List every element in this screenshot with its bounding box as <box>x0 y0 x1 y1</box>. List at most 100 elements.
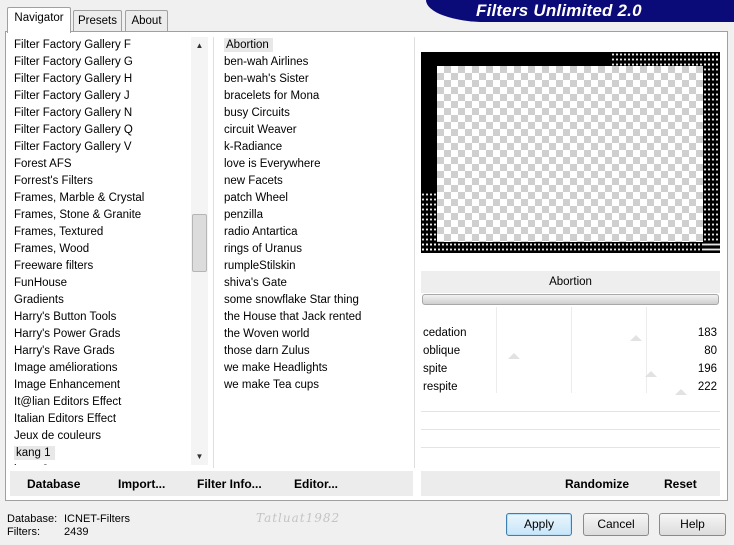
filter-list-item-label: the Woven world <box>224 328 310 340</box>
filter-list-item[interactable]: some snowflake Star thing <box>222 292 412 309</box>
category-list-item[interactable]: Frames, Wood <box>12 241 190 258</box>
app-title: Filters Unlimited 2.0 <box>476 1 642 20</box>
category-list-item[interactable]: Filter Factory Gallery V <box>12 139 190 156</box>
filter-list-item[interactable]: bracelets for Mona <box>222 88 412 105</box>
filter-list-item[interactable]: we make Tea cups <box>222 377 412 394</box>
filter-list-item[interactable]: k-Radiance <box>222 139 412 156</box>
filter-list-item-label: busy Circuits <box>224 107 290 119</box>
category-list-item[interactable]: Filter Factory Gallery N <box>12 105 190 122</box>
category-list-item[interactable]: Filter Factory Gallery H <box>12 71 190 88</box>
slider-handle-icon[interactable] <box>675 389 687 395</box>
filter-list-item[interactable]: shiva's Gate <box>222 275 412 292</box>
category-list-item-label: Gradients <box>14 294 64 306</box>
database-value: ICNET-Filters <box>64 513 130 525</box>
filter-list-item[interactable]: ben-wah Airlines <box>222 54 412 71</box>
category-list-item[interactable]: Frames, Marble & Crystal <box>12 190 190 207</box>
category-list-item[interactable]: FunHouse <box>12 275 190 292</box>
import-button[interactable]: Import... <box>118 476 165 492</box>
filter-list-item[interactable]: Abortion <box>222 37 412 54</box>
watermark: Tatluat1982 <box>256 511 341 525</box>
filters-count-value: 2439 <box>64 526 89 538</box>
filter-list-item[interactable]: penzilla <box>222 207 412 224</box>
category-scrollbar[interactable]: ▲ ▼ <box>191 37 208 465</box>
category-list-item-label: Harry's Power Grads <box>14 328 121 340</box>
parameter-label: respite <box>423 381 458 393</box>
parameter-slider[interactable]: respite 222 <box>421 379 720 396</box>
parameter-value: 183 <box>697 327 717 339</box>
category-list-item-label: Filter Factory Gallery G <box>14 56 133 68</box>
help-button[interactable]: Help <box>659 513 726 536</box>
filter-list-item[interactable]: ben-wah's Sister <box>222 71 412 88</box>
parameter-value: 80 <box>704 345 717 357</box>
filter-list-item[interactable]: rumpleStilskin <box>222 258 412 275</box>
filter-list-item[interactable]: patch Wheel <box>222 190 412 207</box>
randomize-button[interactable]: Randomize <box>565 476 629 492</box>
category-list-item[interactable]: Harry's Rave Grads <box>12 343 190 360</box>
tab-about[interactable]: About <box>125 10 168 31</box>
database-button[interactable]: Database <box>27 476 80 492</box>
parameter-slider[interactable]: spite 196 <box>421 361 720 378</box>
filter-list-item[interactable]: rings of Uranus <box>222 241 412 258</box>
apply-button[interactable]: Apply <box>506 513 572 536</box>
filter-list-item-label: new Facets <box>224 175 283 187</box>
reset-button[interactable]: Reset <box>664 476 697 492</box>
category-list-item[interactable]: Forest AFS <box>12 156 190 173</box>
filter-info-button[interactable]: Filter Info... <box>197 476 262 492</box>
category-list-item[interactable]: Forrest's Filters <box>12 173 190 190</box>
category-list[interactable]: Filter Factory Gallery F Filter Factory G… <box>12 37 190 465</box>
parameter-label: spite <box>423 363 448 375</box>
category-list-item[interactable]: Jeux de couleurs <box>12 428 190 445</box>
category-list-item[interactable]: Image améliorations <box>12 360 190 377</box>
editor-button[interactable]: Editor... <box>294 476 338 492</box>
filter-list-item-label: bracelets for Mona <box>224 90 320 102</box>
tab-navigator[interactable]: Navigator <box>7 7 71 33</box>
category-list-item[interactable]: Image Enhancement <box>12 377 190 394</box>
column-divider <box>213 37 214 468</box>
category-list-item[interactable]: Filter Factory Gallery G <box>12 54 190 71</box>
category-list-item[interactable]: It@lian Editors Effect <box>12 394 190 411</box>
slider-handle-icon[interactable] <box>508 353 520 359</box>
filter-list[interactable]: Abortion ben-wah Airlines ben-wah's Sister… <box>222 37 412 465</box>
cancel-button[interactable]: Cancel <box>583 513 649 536</box>
category-list-item[interactable]: Filter Factory Gallery Q <box>12 122 190 139</box>
filter-list-item-label: ben-wah's Sister <box>224 73 309 85</box>
filter-list-item[interactable]: those darn Zulus <box>222 343 412 360</box>
category-list-item[interactable]: Gradients <box>12 292 190 309</box>
scroll-down-arrow-icon[interactable]: ▼ <box>191 448 208 465</box>
scrollbar-thumb[interactable] <box>192 214 207 272</box>
preview-noise-edge <box>611 52 720 66</box>
filter-list-item[interactable]: love is Everywhere <box>222 156 412 173</box>
category-list-item[interactable]: Harry's Button Tools <box>12 309 190 326</box>
parameter-label: oblique <box>423 345 461 357</box>
slider-handle-icon[interactable] <box>630 335 642 341</box>
category-list-item[interactable]: Italian Editors Effect <box>12 411 190 428</box>
category-list-item[interactable]: Filter Factory Gallery F <box>12 37 190 54</box>
parameter-slider[interactable]: oblique 80 <box>421 343 720 360</box>
filter-list-item-label: radio Antartica <box>224 226 298 238</box>
filter-list-item[interactable]: busy Circuits <box>222 105 412 122</box>
category-list-item-label: Filter Factory Gallery N <box>14 107 133 119</box>
filter-list-item[interactable]: the Woven world <box>222 326 412 343</box>
category-list-item-label: Filter Factory Gallery H <box>14 73 133 85</box>
column-divider <box>414 37 415 468</box>
category-list-item[interactable]: Frames, Textured <box>12 224 190 241</box>
category-list-item[interactable]: kang 2 <box>12 462 190 465</box>
filter-list-item[interactable]: circuit Weaver <box>222 122 412 139</box>
category-list-item-label: Image Enhancement <box>14 379 121 391</box>
slider-handle-icon[interactable] <box>645 371 657 377</box>
parameter-slider[interactable]: cedation 183 <box>421 325 720 342</box>
category-list-item-label: Filter Factory Gallery V <box>14 141 132 153</box>
tab-presets[interactable]: Presets <box>73 10 122 31</box>
category-list-item-label: FunHouse <box>14 277 68 289</box>
filter-list-item[interactable]: radio Antartica <box>222 224 412 241</box>
category-list-item[interactable]: Freeware filters <box>12 258 190 275</box>
filter-list-item[interactable]: the House that Jack rented <box>222 309 412 326</box>
category-list-item[interactable]: Filter Factory Gallery J <box>12 88 190 105</box>
filter-list-item[interactable]: new Facets <box>222 173 412 190</box>
scroll-up-arrow-icon[interactable]: ▲ <box>191 37 208 54</box>
filter-list-item[interactable]: we make Headlights <box>222 360 412 377</box>
category-list-item[interactable]: Frames, Stone & Granite <box>12 207 190 224</box>
category-list-item[interactable]: Harry's Power Grads <box>12 326 190 343</box>
category-list-item[interactable]: kang 1 <box>12 445 190 462</box>
preview-transparency <box>437 66 703 242</box>
